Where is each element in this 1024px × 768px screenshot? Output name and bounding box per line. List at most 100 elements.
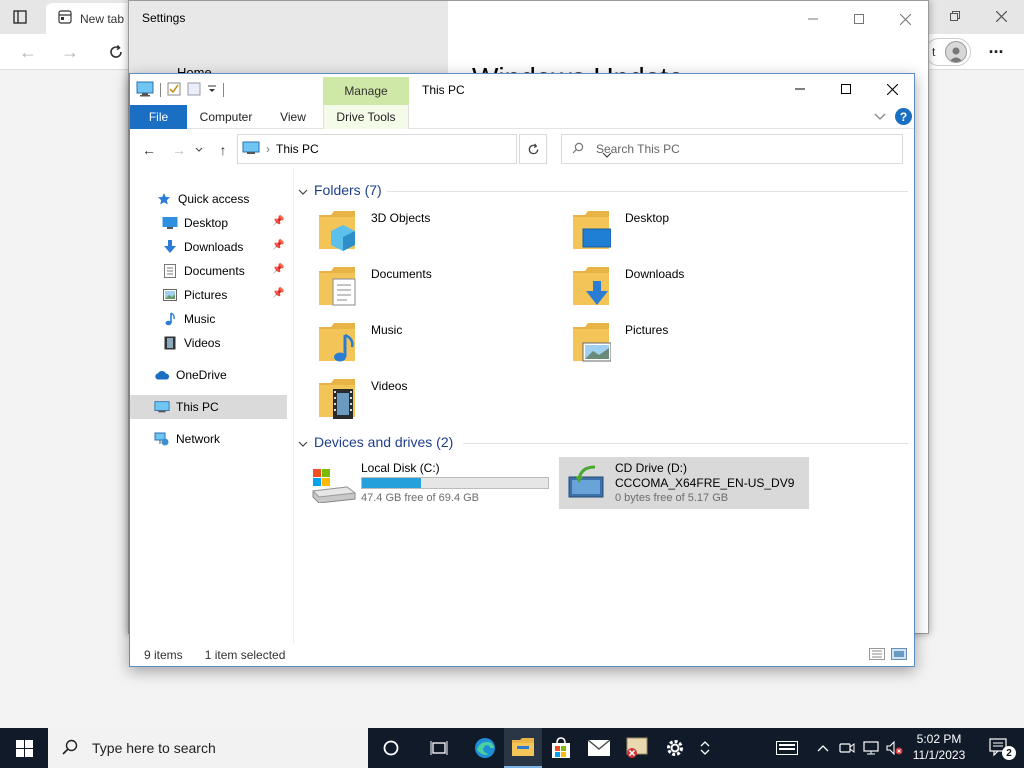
mail-icon[interactable] — [580, 728, 618, 768]
network-status-icon[interactable] — [860, 728, 882, 768]
keyboard-layout-icon[interactable] — [770, 728, 804, 768]
pin-icon[interactable]: 📌 — [272, 240, 284, 251]
nav-item-documents[interactable]: Documents 📌 — [130, 259, 287, 283]
large-icons-view-icon[interactable] — [891, 648, 907, 663]
help-icon[interactable]: ? — [895, 108, 912, 125]
forward-arrow-icon[interactable]: → — [56, 40, 84, 64]
desktop-icon — [162, 215, 178, 231]
back-arrow-icon[interactable]: ← — [14, 40, 42, 64]
settings-page-heading: Windows Update — [472, 56, 684, 74]
pin-icon[interactable]: 📌 — [272, 216, 284, 227]
volume-muted-icon[interactable] — [884, 728, 906, 768]
folder-tile-documents[interactable]: Documents — [305, 261, 545, 311]
task-view-icon[interactable] — [420, 728, 458, 768]
nav-item-onedrive[interactable]: OneDrive — [130, 363, 287, 387]
nav-label: Documents — [184, 264, 245, 278]
explorer-maximize-button[interactable] — [823, 74, 869, 104]
system-clock[interactable]: 5:02 PM 11/1/2023 — [906, 731, 972, 763]
edge-browser-icon[interactable] — [466, 728, 504, 768]
details-view-icon[interactable] — [869, 648, 885, 663]
folder-tile-videos[interactable]: Videos — [305, 373, 545, 423]
nav-item-this-pc[interactable]: This PC — [130, 395, 287, 419]
forward-arrow-icon[interactable]: → — [169, 140, 189, 160]
tab-new-tab[interactable]: New tab — [46, 3, 136, 34]
drive-tile-local-disk-c[interactable]: Local Disk (C:) 47.4 GB free of 69.4 GB — [305, 457, 555, 509]
settings-close-button[interactable] — [882, 6, 928, 32]
nav-item-videos[interactable]: Videos — [130, 331, 287, 355]
drive-tile-cd-drive-d[interactable]: CD Drive (D:) CCCOMA_X64FRE_EN-US_DV9 0 … — [559, 457, 809, 509]
this-pc-icon — [154, 399, 170, 415]
taskbar-overflow-chevron-icon[interactable] — [690, 728, 720, 768]
explorer-close-button[interactable] — [869, 74, 915, 104]
clock-date: 11/1/2023 — [912, 748, 966, 762]
star-icon — [156, 191, 172, 207]
nav-label: Downloads — [184, 240, 244, 254]
manage-label: Manage — [344, 84, 388, 98]
back-arrow-icon[interactable]: ← — [139, 140, 159, 160]
folder-tile-3d-objects[interactable]: 3D Objects — [305, 205, 545, 255]
show-hidden-icons-icon[interactable] — [812, 728, 834, 768]
start-button[interactable] — [0, 728, 48, 768]
address-field[interactable]: › This PC — [237, 134, 612, 164]
pin-icon[interactable]: 📌 — [272, 288, 284, 299]
settings-minimize-button[interactable] — [790, 6, 836, 32]
devices-group-header[interactable]: Devices and drives (2) — [298, 434, 453, 450]
nav-item-quick-access[interactable]: Quick access — [130, 187, 287, 211]
tab-computer[interactable]: Computer — [190, 105, 262, 129]
browser-close-button[interactable] — [978, 0, 1024, 32]
new-folder-icon[interactable] — [187, 82, 201, 99]
app-error-icon[interactable] — [618, 728, 656, 768]
tab-actions-icon[interactable] — [8, 6, 32, 28]
customize-qat-icon[interactable] — [207, 83, 217, 97]
pin-icon[interactable]: 📌 — [272, 264, 284, 275]
navigation-pane: Quick access Desktop 📌 Downloads 📌 Docum… — [130, 169, 294, 644]
tab-drive-tools[interactable]: Drive Tools — [323, 105, 409, 129]
settings-gear-icon[interactable] — [656, 728, 694, 768]
explorer-minimize-button[interactable] — [777, 74, 823, 104]
settings-title: Settings — [142, 11, 186, 25]
folder-tile-pictures[interactable]: Pictures — [559, 317, 799, 367]
nav-item-desktop[interactable]: Desktop 📌 — [130, 211, 287, 235]
manage-contextual-tab: Manage — [323, 77, 409, 105]
microsoft-store-icon[interactable] — [542, 728, 580, 768]
file-explorer-icon[interactable] — [504, 728, 542, 768]
nav-item-pictures[interactable]: Pictures 📌 — [130, 283, 287, 307]
cortana-icon[interactable] — [372, 728, 410, 768]
group-divider — [463, 443, 908, 444]
folder-name: Desktop — [625, 211, 670, 225]
new-tab-icon — [58, 10, 72, 27]
qat-separator — [160, 83, 161, 97]
item-count: 9 items — [144, 648, 183, 662]
drive-name: Local Disk (C:) — [361, 461, 440, 475]
nav-item-music[interactable]: Music — [130, 307, 287, 331]
download-arrow-icon — [162, 239, 178, 255]
folder-tile-downloads[interactable]: Downloads — [559, 261, 799, 311]
refresh-icon[interactable] — [102, 40, 130, 64]
nav-item-network[interactable]: Network — [130, 427, 287, 451]
profile-button[interactable]: t — [925, 38, 971, 66]
selection-count: 1 item selected — [204, 648, 286, 662]
up-arrow-icon[interactable]: ↑ — [213, 140, 233, 160]
more-options-icon[interactable]: ··· — [982, 40, 1010, 64]
explorer-title-bar: Manage This PC — [130, 74, 914, 105]
expand-ribbon-icon[interactable] — [874, 110, 886, 124]
taskbar-search-box[interactable]: Type here to search — [48, 728, 368, 768]
folder-tile-music[interactable]: Music — [305, 317, 545, 367]
tab-view[interactable]: View — [268, 105, 318, 129]
settings-maximize-button[interactable] — [836, 6, 882, 32]
tab-file[interactable]: File — [130, 105, 187, 129]
breadcrumb-chevron-icon[interactable]: › — [266, 142, 270, 156]
nav-item-downloads[interactable]: Downloads 📌 — [130, 235, 287, 259]
refresh-button[interactable] — [519, 134, 547, 164]
action-center-button[interactable]: 2 — [980, 728, 1020, 768]
recent-locations-icon[interactable] — [193, 140, 205, 160]
webcam-icon[interactable] — [836, 728, 858, 768]
search-box[interactable]: Search This PC — [561, 134, 903, 164]
folders-group-header[interactable]: Folders (7) — [298, 182, 382, 198]
browser-restore-button[interactable] — [932, 0, 978, 32]
folder-tile-desktop[interactable]: Desktop — [559, 205, 799, 255]
notification-count-badge: 2 — [1002, 746, 1016, 760]
document-icon — [162, 263, 178, 279]
properties-icon[interactable] — [167, 82, 181, 99]
folder-name: Videos — [371, 379, 408, 393]
